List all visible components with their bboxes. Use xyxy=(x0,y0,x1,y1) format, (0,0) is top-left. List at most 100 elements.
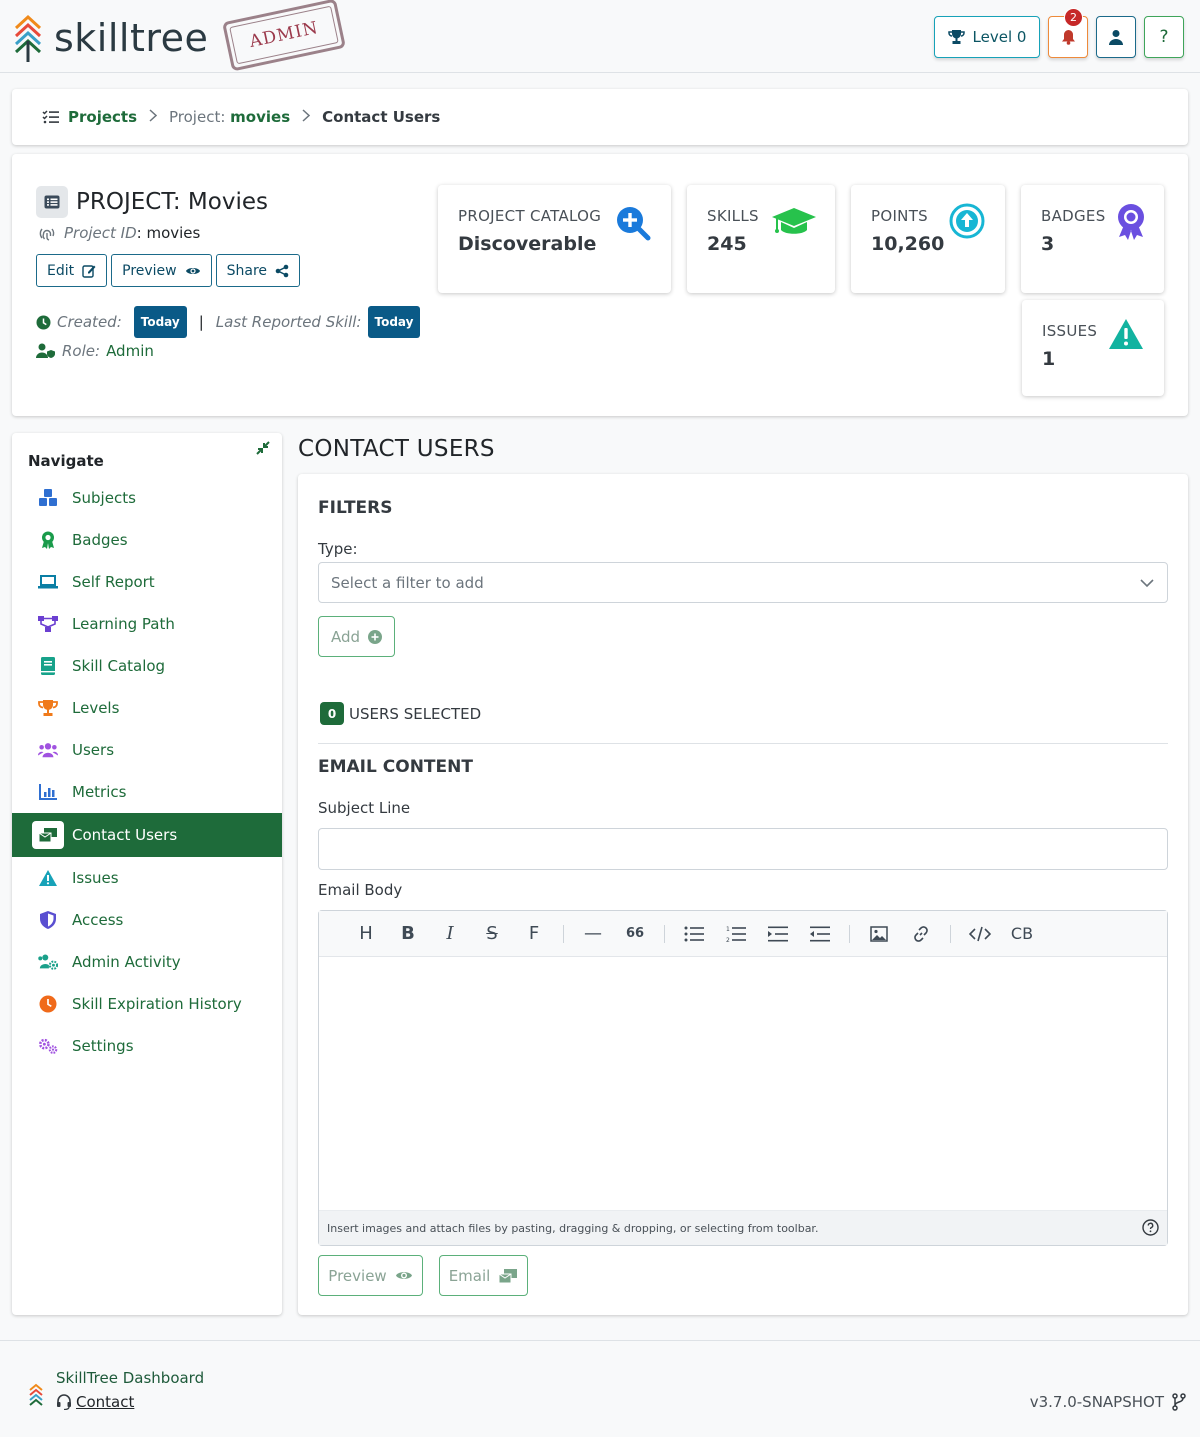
footer: SkillTree Dashboard Contact v3.7.0-SNAPS… xyxy=(0,1340,1200,1437)
sidebar-item-issues[interactable]: Issues xyxy=(12,857,282,899)
editor-content-area[interactable] xyxy=(319,957,1167,1210)
preview-email-button[interactable]: Preview xyxy=(318,1255,423,1296)
toolbar-divider xyxy=(563,924,564,943)
numbered-list-icon[interactable]: 12 xyxy=(715,911,757,957)
sidebar-item-skill-expiration-history[interactable]: Skill Expiration History xyxy=(12,983,282,1025)
stat-project-catalog: PROJECT CATALOG Discoverable xyxy=(438,185,671,293)
svg-text:2: 2 xyxy=(726,937,730,943)
edit-project-button[interactable]: Edit xyxy=(36,254,108,287)
sidebar-title: Navigate xyxy=(28,452,104,470)
bold-icon[interactable]: B xyxy=(387,911,429,957)
stat-badges: BADGES 3 xyxy=(1021,185,1164,293)
mail-bulk-icon xyxy=(498,1268,518,1283)
edit-icon xyxy=(82,264,96,278)
question-circle-icon[interactable] xyxy=(1142,1219,1159,1236)
sidebar-item-label: Settings xyxy=(72,1037,134,1055)
sidebar-item-settings[interactable]: Settings xyxy=(12,1025,282,1067)
project-role: Role: Admin xyxy=(36,338,420,364)
indent-icon[interactable] xyxy=(757,911,799,957)
share-project-button[interactable]: Share xyxy=(215,254,301,287)
sidebar-item-users[interactable]: Users xyxy=(12,729,282,771)
created-badge: Today xyxy=(133,306,187,338)
italic-icon[interactable]: I xyxy=(429,911,471,957)
chart-icon xyxy=(38,784,58,800)
notification-count-badge: 2 xyxy=(1064,8,1083,27)
sidebar-item-access[interactable]: Access xyxy=(12,899,282,941)
bell-icon xyxy=(1061,30,1075,45)
quote-icon[interactable]: 66 xyxy=(614,911,656,957)
user-menu-button[interactable] xyxy=(1096,16,1136,58)
preview-label: Preview xyxy=(122,262,177,279)
subject-line-input[interactable] xyxy=(318,828,1168,870)
logo-text: skilltree xyxy=(54,16,209,60)
breadcrumb-project-link[interactable]: Project: movies xyxy=(169,108,290,126)
users-cog-icon xyxy=(38,953,58,971)
sidebar-item-admin-activity[interactable]: Admin Activity xyxy=(12,941,282,983)
created-label: Created: xyxy=(57,313,122,331)
preview-project-button[interactable]: Preview xyxy=(111,254,212,287)
sidebar-item-metrics[interactable]: Metrics xyxy=(12,771,282,813)
sidebar-item-contact-users[interactable]: Contact Users xyxy=(12,813,282,857)
toolbar-divider xyxy=(664,924,665,943)
page-title: CONTACT USERS xyxy=(298,436,495,462)
editor-toolbar: H B I S F — 66 12 CB xyxy=(319,911,1167,957)
horizontal-rule-icon[interactable]: — xyxy=(572,911,614,957)
strikethrough-icon[interactable]: S xyxy=(471,911,513,957)
logo[interactable]: skilltree xyxy=(14,14,208,62)
cubes-icon xyxy=(38,489,58,507)
chevron-right-icon xyxy=(149,108,158,126)
notifications-button[interactable]: 2 xyxy=(1048,8,1088,58)
email-body-label: Email Body xyxy=(318,881,403,899)
code-branch-icon xyxy=(1172,1393,1186,1411)
toolbar-divider xyxy=(950,924,951,943)
mail-bulk-icon xyxy=(32,821,64,849)
clock-icon xyxy=(38,995,58,1013)
sidebar-item-label: Learning Path xyxy=(72,615,175,633)
outdent-icon[interactable] xyxy=(799,911,841,957)
font-icon[interactable]: F xyxy=(513,911,555,957)
version-label: v3.7.0-SNAPSHOT xyxy=(1029,1393,1164,1411)
contact-users-card: FILTERS Type: Select a filter to add Add… xyxy=(298,474,1188,1315)
sidebar-item-self-report[interactable]: Self Report xyxy=(12,561,282,603)
level-button[interactable]: Level 0 xyxy=(934,16,1040,58)
warning-icon xyxy=(38,869,58,887)
breadcrumb-project-name: movies xyxy=(230,108,291,126)
email-body-editor[interactable]: H B I S F — 66 12 CB Insert images and a… xyxy=(318,910,1168,1246)
headset-icon xyxy=(57,1394,71,1410)
footer-contact-link[interactable]: Contact xyxy=(56,1393,134,1411)
help-label: ? xyxy=(1159,27,1169,47)
skilltree-logo-icon xyxy=(14,14,42,62)
add-label: Add xyxy=(330,627,361,646)
chevron-right-icon xyxy=(302,108,311,126)
sidebar-item-skill-catalog[interactable]: Skill Catalog xyxy=(12,645,282,687)
send-email-button[interactable]: Email xyxy=(439,1255,528,1296)
stat-badges-label: BADGES xyxy=(1041,207,1106,225)
code-icon[interactable] xyxy=(959,911,1001,957)
admin-stamp-text: ADMIN xyxy=(247,17,321,53)
image-icon[interactable] xyxy=(858,911,900,957)
sidebar-item-label: Access xyxy=(72,911,124,929)
user-shield-icon xyxy=(36,343,55,358)
share-label: Share xyxy=(226,262,268,279)
link-icon[interactable] xyxy=(900,911,942,957)
filter-type-select[interactable]: Select a filter to add xyxy=(318,562,1168,603)
sidebar-item-subjects[interactable]: Subjects xyxy=(12,477,282,519)
sidebar-item-badges[interactable]: Badges xyxy=(12,519,282,561)
help-button[interactable]: ? xyxy=(1144,16,1184,58)
stat-issues[interactable]: ISSUES 1 xyxy=(1022,300,1164,396)
stat-issues-label: ISSUES xyxy=(1042,322,1098,340)
breadcrumb-projects-link[interactable]: Projects xyxy=(68,108,137,126)
heading-icon[interactable]: H xyxy=(345,911,387,957)
sidebar-item-levels[interactable]: Levels xyxy=(12,687,282,729)
trophy-icon xyxy=(38,699,58,717)
search-plus-icon xyxy=(617,207,651,241)
shield-icon xyxy=(38,911,58,929)
sidebar-navigation: Navigate Subjects Badges Self Report Learni… xyxy=(12,433,282,1315)
add-filter-button[interactable]: Add xyxy=(318,616,395,657)
code-block-icon[interactable]: CB xyxy=(1001,911,1043,957)
graduation-cap-icon xyxy=(772,208,816,234)
compress-icon[interactable] xyxy=(256,441,270,459)
filter-select-placeholder: Select a filter to add xyxy=(331,573,484,592)
bullet-list-icon[interactable] xyxy=(673,911,715,957)
sidebar-item-learning-path[interactable]: Learning Path xyxy=(12,603,282,645)
